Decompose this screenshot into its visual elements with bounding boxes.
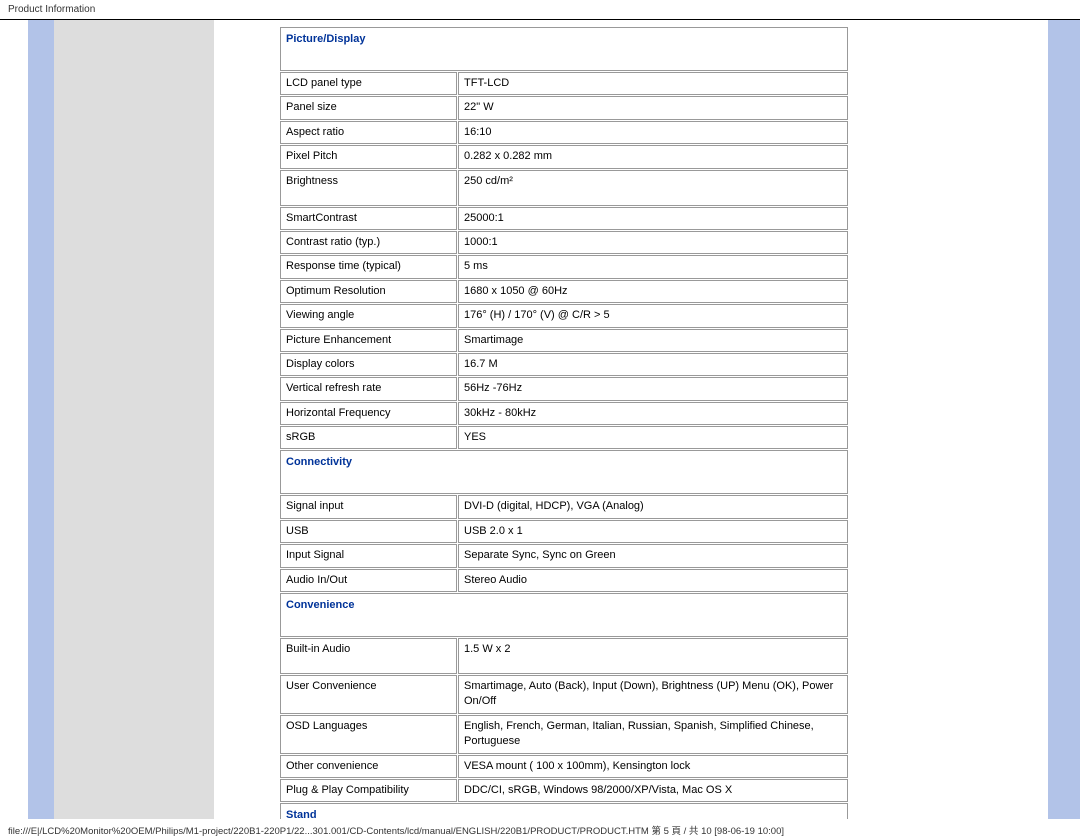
spec-label: Panel size xyxy=(280,96,457,119)
spec-label: Viewing angle xyxy=(280,304,457,327)
side-stripe-right xyxy=(1048,20,1080,819)
spec-value: 1680 x 1050 @ 60Hz xyxy=(458,280,848,303)
spec-value: English, French, German, Italian, Russia… xyxy=(458,715,848,754)
side-gray-panel xyxy=(54,20,214,819)
spec-row: Audio In/OutStereo Audio xyxy=(280,569,848,592)
spec-value: DVI-D (digital, HDCP), VGA (Analog) xyxy=(458,495,848,518)
spec-value: 22" W xyxy=(458,96,848,119)
content-frame: Picture/DisplayLCD panel typeTFT-LCDPane… xyxy=(0,19,1080,819)
section-header: Picture/Display xyxy=(280,27,848,71)
spec-row: Other convenienceVESA mount ( 100 x 100m… xyxy=(280,755,848,778)
spec-value: 30kHz - 80kHz xyxy=(458,402,848,425)
section-header: Convenience xyxy=(280,593,848,637)
spec-label: Display colors xyxy=(280,353,457,376)
spec-label: Optimum Resolution xyxy=(280,280,457,303)
spec-label: Built-in Audio xyxy=(280,638,457,674)
spec-value: 0.282 x 0.282 mm xyxy=(458,145,848,168)
spec-row: Response time (typical)5 ms xyxy=(280,255,848,278)
spec-label: Pixel Pitch xyxy=(280,145,457,168)
spec-row: Built-in Audio1.5 W x 2 xyxy=(280,638,848,674)
section-header: Connectivity xyxy=(280,450,848,494)
spec-label: Signal input xyxy=(280,495,457,518)
spec-label: Response time (typical) xyxy=(280,255,457,278)
spec-row: Brightness250 cd/m² xyxy=(280,170,848,206)
spec-label: sRGB xyxy=(280,426,457,449)
spec-label: SmartContrast xyxy=(280,207,457,230)
spec-row: LCD panel typeTFT-LCD xyxy=(280,72,848,95)
spec-value: 5 ms xyxy=(458,255,848,278)
footer-path: file:///E|/LCD%20Monitor%20OEM/Philips/M… xyxy=(0,819,1080,839)
spec-label: User Convenience xyxy=(280,675,457,714)
section-header: Stand xyxy=(280,803,848,819)
spec-row: Vertical refresh rate56Hz -76Hz xyxy=(280,377,848,400)
spec-row: OSD LanguagesEnglish, French, German, It… xyxy=(280,715,848,754)
spec-label: Vertical refresh rate xyxy=(280,377,457,400)
spec-value: TFT-LCD xyxy=(458,72,848,95)
spec-row: Horizontal Frequency30kHz - 80kHz xyxy=(280,402,848,425)
spec-value: VESA mount ( 100 x 100mm), Kensington lo… xyxy=(458,755,848,778)
spec-row: Viewing angle176° (H) / 170° (V) @ C/R >… xyxy=(280,304,848,327)
spec-row: Signal inputDVI-D (digital, HDCP), VGA (… xyxy=(280,495,848,518)
spec-row: Pixel Pitch0.282 x 0.282 mm xyxy=(280,145,848,168)
spec-label: Plug & Play Compatibility xyxy=(280,779,457,802)
spec-label: Other convenience xyxy=(280,755,457,778)
spec-value: 250 cd/m² xyxy=(458,170,848,206)
spec-label: LCD panel type xyxy=(280,72,457,95)
spec-label: OSD Languages xyxy=(280,715,457,754)
spec-value: Stereo Audio xyxy=(458,569,848,592)
page-header-title: Product Information xyxy=(0,0,1080,19)
spec-value: 1.5 W x 2 xyxy=(458,638,848,674)
spec-row: sRGBYES xyxy=(280,426,848,449)
spec-value: 16.7 M xyxy=(458,353,848,376)
spec-row: Input SignalSeparate Sync, Sync on Green xyxy=(280,544,848,567)
spec-row: User ConvenienceSmartimage, Auto (Back),… xyxy=(280,675,848,714)
spec-label: Audio In/Out xyxy=(280,569,457,592)
spec-value: Separate Sync, Sync on Green xyxy=(458,544,848,567)
side-stripe-left xyxy=(28,20,54,819)
spec-row: SmartContrast25000:1 xyxy=(280,207,848,230)
spec-value: YES xyxy=(458,426,848,449)
spec-label: USB xyxy=(280,520,457,543)
spec-value: DDC/CI, sRGB, Windows 98/2000/XP/Vista, … xyxy=(458,779,848,802)
spec-label: Contrast ratio (typ.) xyxy=(280,231,457,254)
spec-value: 56Hz -76Hz xyxy=(458,377,848,400)
spec-row: Contrast ratio (typ.)1000:1 xyxy=(280,231,848,254)
spec-value: USB 2.0 x 1 xyxy=(458,520,848,543)
spec-value: 1000:1 xyxy=(458,231,848,254)
spec-label: Input Signal xyxy=(280,544,457,567)
spec-label: Aspect ratio xyxy=(280,121,457,144)
spec-value: 25000:1 xyxy=(458,207,848,230)
spec-row: Aspect ratio16:10 xyxy=(280,121,848,144)
spec-row: USBUSB 2.0 x 1 xyxy=(280,520,848,543)
spec-label: Brightness xyxy=(280,170,457,206)
spec-table: Picture/DisplayLCD panel typeTFT-LCDPane… xyxy=(279,26,849,819)
spec-row: Display colors16.7 M xyxy=(280,353,848,376)
spec-row: Plug & Play CompatibilityDDC/CI, sRGB, W… xyxy=(280,779,848,802)
spec-label: Horizontal Frequency xyxy=(280,402,457,425)
spec-row: Panel size22" W xyxy=(280,96,848,119)
spec-value: 176° (H) / 170° (V) @ C/R > 5 xyxy=(458,304,848,327)
spec-row: Optimum Resolution1680 x 1050 @ 60Hz xyxy=(280,280,848,303)
spec-label: Picture Enhancement xyxy=(280,329,457,352)
spec-value: Smartimage, Auto (Back), Input (Down), B… xyxy=(458,675,848,714)
main-panel: Picture/DisplayLCD panel typeTFT-LCDPane… xyxy=(214,20,1043,819)
spec-value: Smartimage xyxy=(458,329,848,352)
spec-value: 16:10 xyxy=(458,121,848,144)
spec-row: Picture EnhancementSmartimage xyxy=(280,329,848,352)
